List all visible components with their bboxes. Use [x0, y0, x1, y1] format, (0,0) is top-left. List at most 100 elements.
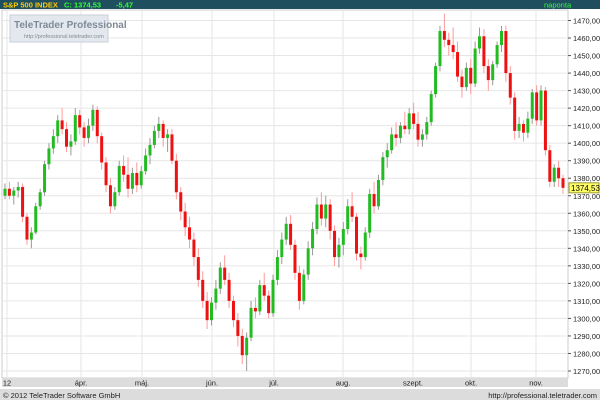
candle	[438, 25, 442, 72]
candle-body	[47, 148, 51, 165]
candle	[495, 41, 499, 68]
candle-body	[174, 160, 178, 193]
candle	[429, 90, 433, 126]
candle-body	[350, 206, 354, 217]
candle-body	[495, 45, 499, 65]
candle-body	[267, 295, 271, 314]
candle-body	[499, 31, 503, 46]
candle-body	[456, 52, 460, 77]
footer-url: http://professional.teletrader.com	[488, 391, 597, 400]
candle-body	[179, 192, 183, 212]
candle-body	[557, 167, 561, 179]
candle-body	[543, 90, 547, 151]
x-tick-label: nov.	[529, 379, 543, 388]
candle-body	[372, 194, 376, 207]
candle-body	[51, 136, 55, 149]
candle-body	[337, 244, 341, 258]
candle-body	[170, 134, 174, 161]
x-tick-label: júl.	[268, 379, 279, 388]
candle-body	[271, 279, 275, 314]
candle-body	[535, 92, 539, 121]
candle-body	[275, 257, 279, 280]
last-price-marker: 1374,53	[568, 182, 600, 194]
candle-body	[3, 188, 7, 196]
y-tick-label: 1400,00	[573, 139, 600, 148]
y-tick-label: 1310,00	[573, 297, 600, 306]
candle-body	[526, 118, 530, 133]
candle-body	[416, 123, 420, 140]
candle-body	[157, 123, 161, 131]
candle-body	[148, 144, 152, 156]
y-tick-label: 1320,00	[573, 279, 600, 288]
candle-body	[297, 272, 301, 301]
candle-body	[7, 188, 11, 196]
candle-body	[253, 307, 257, 312]
candle-body	[95, 109, 99, 137]
y-tick-label: 1460,00	[573, 34, 600, 43]
close-label: C: 1374,53	[64, 1, 101, 10]
candle-body	[438, 31, 442, 67]
candle-body	[442, 31, 446, 40]
candle-body	[38, 192, 42, 207]
candle	[43, 160, 47, 196]
y-tick-label: 1440,00	[573, 69, 600, 78]
candle-body	[34, 206, 38, 233]
candle-body	[223, 267, 227, 280]
x-tick-label: máj.	[135, 379, 149, 388]
candle	[434, 62, 438, 98]
candle-body	[231, 300, 235, 321]
candle-body	[306, 248, 310, 275]
candle-body	[504, 31, 508, 74]
period-label: naponta	[544, 1, 572, 10]
chart-window: S&P 500 INDEX C: 1374,53 -5,47 naponta T…	[0, 0, 600, 400]
candle-body	[302, 274, 306, 301]
candlestick-chart: S&P 500 INDEX C: 1374,53 -5,47 naponta T…	[0, 0, 600, 400]
y-tick-label: 1390,00	[573, 157, 600, 166]
candle-body	[25, 216, 29, 240]
candle-body	[188, 227, 192, 240]
candle-body	[346, 206, 350, 230]
candle	[271, 274, 275, 317]
candle	[548, 144, 552, 187]
candle-body	[161, 123, 165, 138]
candle-body	[508, 73, 512, 98]
y-tick-label: 1430,00	[573, 87, 600, 96]
candle-body	[117, 165, 121, 193]
candle-body	[398, 125, 402, 138]
candle-body	[100, 136, 104, 163]
candle-body	[126, 174, 130, 189]
candle-body	[390, 134, 394, 151]
candle-body	[407, 113, 411, 130]
candle-body	[86, 125, 90, 138]
candle-body	[289, 223, 293, 245]
candle	[539, 85, 543, 126]
y-tick-label: 1330,00	[573, 262, 600, 271]
candle	[368, 188, 372, 238]
candle-body	[227, 279, 231, 301]
candle-body	[319, 204, 323, 219]
candle-body	[205, 300, 209, 321]
last-price-label: 1374,53	[571, 184, 600, 193]
watermark-url: http://professional.teletrader.com	[24, 34, 104, 40]
candle	[21, 183, 25, 223]
candle-body	[91, 109, 95, 126]
candle	[170, 129, 174, 165]
candle-body	[368, 194, 372, 233]
candle-body	[552, 167, 556, 182]
candle	[258, 279, 262, 315]
x-tick-label: okt.	[465, 379, 477, 388]
watermark-brand: TeleTrader Professional	[14, 20, 127, 31]
candle-body	[478, 36, 482, 49]
x-tick-label: ápr.	[75, 379, 88, 388]
candle-body	[280, 239, 284, 258]
x-tick-label: 12	[3, 379, 11, 388]
y-tick-label: 1290,00	[573, 332, 600, 341]
candle-body	[69, 141, 73, 147]
candle-body	[521, 123, 525, 133]
y-tick-label: 1360,00	[573, 209, 600, 218]
y-tick-label: 1450,00	[573, 52, 600, 61]
candle-body	[16, 186, 20, 191]
x-tick-label: aug.	[336, 379, 351, 388]
candle-body	[108, 185, 112, 207]
candle-body	[166, 134, 170, 138]
